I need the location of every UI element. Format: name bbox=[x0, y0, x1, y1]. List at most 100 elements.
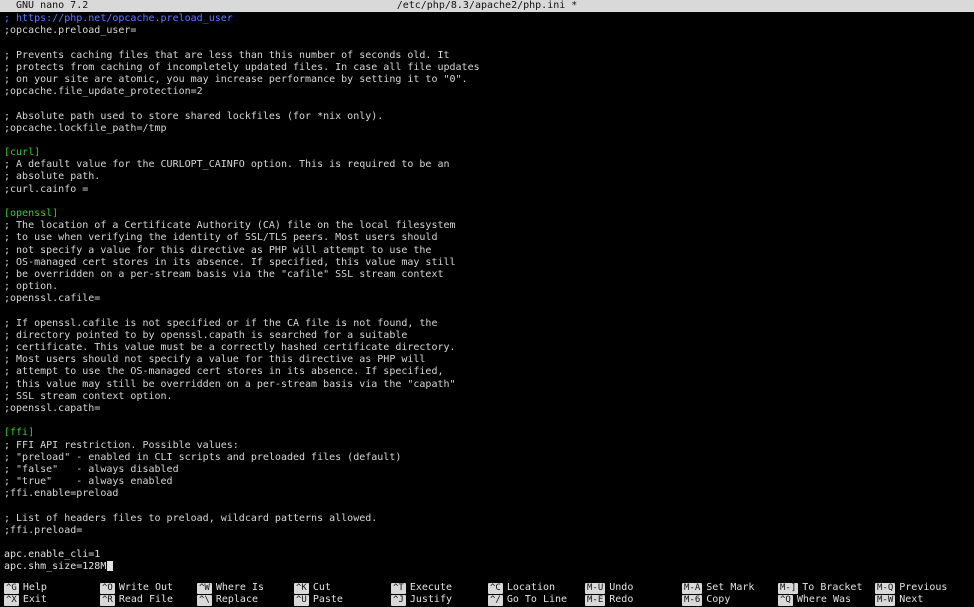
editor-line[interactable]: ;opcache.preload_user= bbox=[4, 25, 970, 37]
editor-line[interactable]: ; attempt to use the OS-managed cert sto… bbox=[4, 366, 970, 378]
shortcut-write-out[interactable]: ^O Write Out bbox=[100, 582, 173, 594]
editor-line[interactable]: ; not specify a value for this directive… bbox=[4, 245, 970, 257]
shortcut-go-to-line[interactable]: ^/Go To Line bbox=[488, 594, 567, 606]
shortcut-read-file[interactable]: ^R Read File bbox=[100, 594, 173, 606]
editor-text-area[interactable]: ; https://php.net/opcache.preload_user ;o… bbox=[4, 13, 970, 573]
editor-line[interactable] bbox=[4, 196, 970, 208]
line-text: ; "preload" - enabled in CLI scripts and… bbox=[4, 451, 402, 463]
editor-line[interactable]: ; to use when verifying the identity of … bbox=[4, 232, 970, 244]
shortcut-where-was[interactable]: ^Q Where Was bbox=[778, 594, 851, 606]
editor-line[interactable]: ;openssl.cafile= bbox=[4, 293, 970, 305]
shortcut-location[interactable]: ^C Location bbox=[488, 582, 555, 594]
editor-line[interactable]: apc.shm_size=128M bbox=[4, 561, 970, 573]
editor-line[interactable]: ; OS-managed cert stores in its absence.… bbox=[4, 257, 970, 269]
shortcut-label: Execute bbox=[409, 582, 452, 593]
shortcut-label: Where Is bbox=[215, 582, 265, 593]
editor-line[interactable]: ; Prevents caching files that are less t… bbox=[4, 50, 970, 62]
line-text: ;openssl.capath= bbox=[4, 403, 101, 414]
shortcut-justify[interactable]: ^J Justify bbox=[391, 594, 452, 606]
editor-line[interactable]: ; If openssl.cafile is not specified or … bbox=[4, 318, 970, 330]
line-text: ; directory pointed to by openssl.capath… bbox=[4, 329, 408, 341]
shortcut-redo[interactable]: M-E Redo bbox=[585, 594, 633, 606]
editor-line[interactable]: ;openssl.capath= bbox=[4, 403, 970, 415]
line-text: ; A default value for the CURLOPT_CAINFO… bbox=[4, 159, 450, 171]
ini-section-header[interactable]: [curl] bbox=[4, 147, 970, 159]
editor-line[interactable]: ;curl.cainfo = bbox=[4, 184, 970, 196]
shortcut-key: ^X bbox=[4, 594, 19, 606]
shortcut-to-bracket[interactable]: M-] To Bracket bbox=[778, 582, 862, 594]
shortcut-exit[interactable]: ^X Exit bbox=[4, 594, 47, 606]
shortcut-execute[interactable]: ^T Execute bbox=[391, 582, 452, 594]
editor-line[interactable]: ; FFI API restriction. Possible values: bbox=[4, 440, 970, 452]
line-text: ; The location of a Certificate Authorit… bbox=[4, 220, 456, 232]
line-text: ; List of headers files to preload, wild… bbox=[4, 512, 378, 524]
editor-line[interactable] bbox=[4, 501, 970, 513]
editor-line[interactable]: apc.enable_cli=1 bbox=[4, 549, 970, 561]
line-text: ; certificate. This value must be a corr… bbox=[4, 342, 456, 354]
editor-line[interactable]: ; on your site are atomic, you may incre… bbox=[4, 74, 970, 86]
shortcut-key: M-E bbox=[585, 594, 606, 606]
line-text: ;curl.cainfo = bbox=[4, 183, 89, 195]
shortcut-key: M-W bbox=[875, 594, 896, 606]
line-text: ; Most users should not specify a value … bbox=[4, 354, 426, 366]
editor-line[interactable]: ; A default value for the CURLOPT_CAINFO… bbox=[4, 159, 970, 171]
line-text: apc.enable_cli=1 bbox=[4, 549, 101, 561]
editor-line[interactable] bbox=[4, 135, 970, 147]
editor-line[interactable] bbox=[4, 98, 970, 110]
editor-line[interactable]: ;ffi.enable=preload bbox=[4, 488, 970, 500]
shortcut-key: ^/ bbox=[488, 594, 503, 606]
editor-line[interactable]: ; Absolute path used to store shared loc… bbox=[4, 111, 970, 123]
editor-line[interactable] bbox=[4, 37, 970, 49]
shortcut-key: M-] bbox=[778, 582, 799, 594]
editor-line[interactable]: ; protects from caching of incompletely … bbox=[4, 62, 970, 74]
shortcut-label: To Bracket bbox=[802, 582, 863, 593]
line-text: ; be overridden on a per-stream basis vi… bbox=[4, 268, 444, 280]
ini-section-header[interactable]: [openssl] bbox=[4, 208, 970, 220]
line-text: ; on your site are atomic, you may incre… bbox=[4, 73, 468, 85]
shortcut-label: Previous bbox=[899, 582, 948, 593]
shortcut-key: ^T bbox=[391, 582, 406, 594]
shortcut-where-is[interactable]: ^W Where Is bbox=[197, 582, 264, 594]
line-text: ; Absolute path used to store shared loc… bbox=[4, 110, 384, 122]
line-text: ; absolute path. bbox=[4, 171, 101, 183]
shortcut-key: ^W bbox=[197, 582, 212, 594]
editor-line[interactable]: ; https://php.net/opcache.preload_user bbox=[4, 13, 970, 25]
editor-line[interactable]: ; "true" - always enabled bbox=[4, 476, 970, 488]
editor-line[interactable]: ; this value may still be overridden on … bbox=[4, 379, 970, 391]
shortcut-copy[interactable]: M-6 Copy bbox=[682, 594, 730, 606]
editor-line[interactable]: ; be overridden on a per-stream basis vi… bbox=[4, 269, 970, 281]
editor-line[interactable] bbox=[4, 415, 970, 427]
shortcut-key: M-Q bbox=[875, 582, 896, 594]
shortcut-undo[interactable]: M-U Undo bbox=[585, 582, 633, 594]
shortcut-previous[interactable]: M-Q Previous bbox=[875, 582, 947, 594]
shortcut-help[interactable]: ^G Help bbox=[4, 582, 47, 594]
shortcut-key: ^J bbox=[391, 594, 406, 606]
shortcut-set-mark[interactable]: M-A Set Mark bbox=[682, 582, 754, 594]
shortcut-key: ^G bbox=[4, 582, 19, 594]
editor-line[interactable]: ; directory pointed to by openssl.capath… bbox=[4, 330, 970, 342]
shortcut-next[interactable]: M-W Next bbox=[875, 594, 923, 606]
line-text: ;openssl.cafile= bbox=[4, 293, 101, 305]
editor-line[interactable]: ;opcache.lockfile_path=/tmp bbox=[4, 123, 970, 135]
editor-line[interactable]: ;ffi.preload= bbox=[4, 525, 970, 537]
editor-line[interactable]: ; "false" - always disabled bbox=[4, 464, 970, 476]
editor-line[interactable]: ; certificate. This value must be a corr… bbox=[4, 342, 970, 354]
editor-line[interactable]: ; The location of a Certificate Authorit… bbox=[4, 220, 970, 232]
shortcut-replace[interactable]: ^\ Replace bbox=[197, 594, 258, 606]
editor-line[interactable]: ; SSL stream context option. bbox=[4, 391, 970, 403]
editor-line[interactable]: ; "preload" - enabled in CLI scripts and… bbox=[4, 452, 970, 464]
line-text: apc.shm_size=128M bbox=[4, 561, 107, 573]
shortcut-label: Redo bbox=[609, 594, 634, 605]
shortcut-cut[interactable]: ^K Cut bbox=[294, 582, 331, 594]
editor-line[interactable]: ;opcache.file_update_protection=2 bbox=[4, 86, 970, 98]
editor-line[interactable]: ; Most users should not specify a value … bbox=[4, 354, 970, 366]
ini-section-header[interactable]: [ffi] bbox=[4, 427, 970, 439]
shortcut-key: ^R bbox=[100, 594, 115, 606]
editor-line[interactable]: ; List of headers files to preload, wild… bbox=[4, 513, 970, 525]
editor-line[interactable]: ; option. bbox=[4, 281, 970, 293]
editor-line[interactable]: ; absolute path. bbox=[4, 171, 970, 183]
shortcut-paste[interactable]: ^U Paste bbox=[294, 594, 343, 606]
shortcut-label: Write Out bbox=[118, 582, 174, 593]
editor-line[interactable] bbox=[4, 537, 970, 549]
editor-line[interactable] bbox=[4, 306, 970, 318]
